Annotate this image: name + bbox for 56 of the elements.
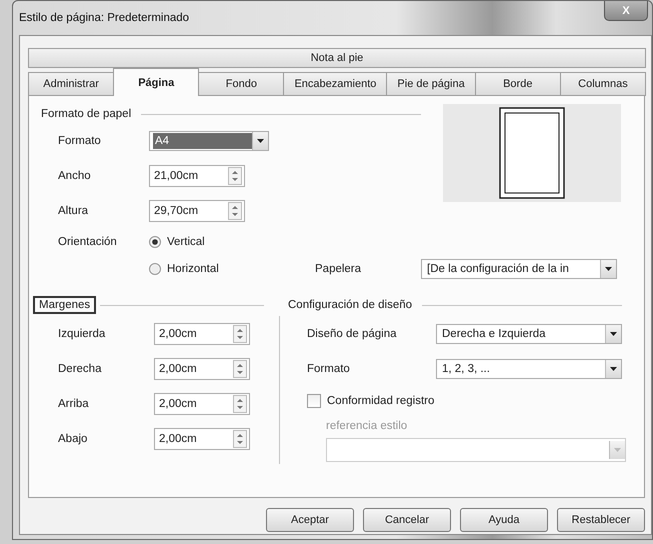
field-label: Abajo: [57, 432, 88, 444]
dialog-button[interactable]: Ayuda: [460, 508, 548, 532]
field-label: Papelera: [314, 263, 362, 275]
dialog-button[interactable]: Restablecer: [557, 508, 645, 532]
tab[interactable]: Pie de página: [386, 72, 476, 96]
tab[interactable]: Borde: [474, 72, 561, 96]
field-label: referencia estilo: [325, 420, 408, 432]
radio-label: Vertical: [167, 236, 205, 248]
dropdown-field[interactable]: 1, 2, 3, ...: [436, 358, 622, 378]
section-heading: Margenes: [33, 296, 96, 314]
tab[interactable]: Página: [113, 68, 200, 96]
tab[interactable]: Fondo: [198, 72, 284, 96]
section-heading: Configuración de diseño: [287, 298, 414, 313]
number-field[interactable]: 2,00cm: [154, 322, 250, 344]
field-label: Orientación: [57, 236, 118, 248]
radio-button[interactable]: [149, 263, 161, 275]
spinner-icon: [233, 394, 247, 412]
radio-label: Horizontal: [167, 263, 219, 275]
field-label: Derecha: [57, 362, 102, 374]
tab[interactable]: Columnas: [560, 72, 646, 96]
dropdown-field[interactable]: A4: [149, 131, 269, 151]
caret-icon: [605, 324, 621, 342]
dialog-button[interactable]: Cancelar: [363, 508, 451, 532]
number-field[interactable]: 29,70cm: [149, 200, 245, 222]
field-label: Ancho: [57, 170, 92, 182]
dropdown-field[interactable]: [De la configuración de la in: [421, 259, 617, 279]
dropdown-field[interactable]: Derecha e Izquierda: [436, 324, 622, 344]
number-field[interactable]: 21,00cm: [149, 164, 245, 186]
caret-icon: [252, 132, 268, 150]
number-field[interactable]: 2,00cm: [154, 358, 250, 380]
radio-button[interactable]: [149, 236, 161, 248]
number-field[interactable]: 2,00cm: [154, 428, 250, 450]
tab[interactable]: Nota al pie: [28, 48, 646, 68]
checkbox-label: Conformidad registro: [327, 395, 434, 407]
field-label: Diseño de página: [306, 328, 398, 340]
spinner-icon: [233, 430, 247, 448]
dialog-button[interactable]: Aceptar: [266, 508, 354, 532]
field-label: Altura: [57, 204, 90, 216]
field-label: Formato: [57, 135, 102, 147]
window-title: Estilo de página: Predeterminado: [19, 12, 190, 24]
number-field[interactable]: 2,00cm: [154, 392, 250, 414]
tab[interactable]: Administrar: [28, 72, 114, 96]
field-label: Izquierda: [57, 328, 106, 340]
dropdown-field[interactable]: [326, 438, 626, 462]
section-heading: Formato de papel: [40, 107, 132, 122]
spinner-icon: [228, 202, 242, 220]
spinner-icon: [233, 324, 247, 342]
caret-icon: [609, 441, 625, 459]
spinner-icon: [228, 166, 242, 184]
spinner-icon: [233, 360, 247, 378]
checkbox[interactable]: [307, 394, 321, 408]
tab[interactable]: Encabezamiento: [283, 72, 388, 96]
field-label: Arriba: [57, 398, 90, 410]
caret-icon: [600, 260, 616, 278]
caret-icon: [605, 360, 621, 378]
field-label: Formato: [306, 362, 351, 374]
